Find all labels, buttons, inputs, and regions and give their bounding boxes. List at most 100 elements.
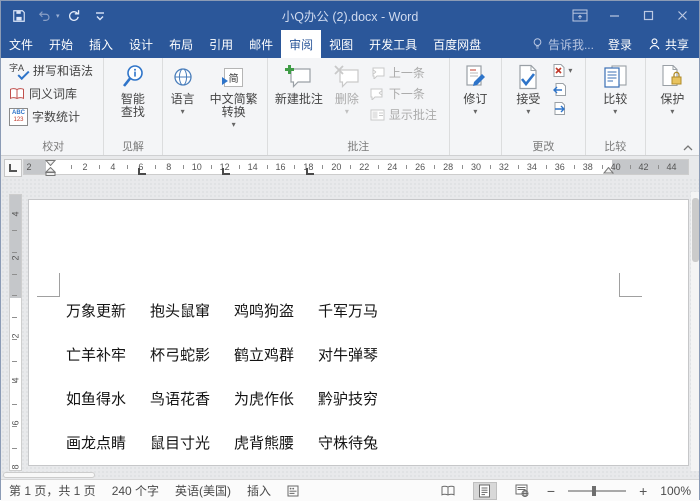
- group-label-changes: 更改: [502, 138, 585, 154]
- zoom-slider[interactable]: [568, 490, 626, 492]
- tell-me-box[interactable]: 告诉我...: [527, 36, 598, 53]
- idiom-text: 黔驴技穷: [318, 391, 378, 408]
- accept-icon: [515, 62, 541, 92]
- close-button[interactable]: [665, 1, 699, 30]
- horizontal-scrollbar-thumb[interactable]: [3, 472, 95, 478]
- protect-button[interactable]: 保护 ▾: [656, 60, 688, 115]
- tab-review[interactable]: 审阅: [281, 30, 321, 58]
- track-changes-button[interactable]: 修订 ▾: [458, 60, 492, 115]
- save-button[interactable]: [7, 5, 31, 27]
- spelling-grammar-button[interactable]: 字A 拼写和语法: [6, 60, 96, 81]
- h-ruler-number: 32: [497, 159, 511, 175]
- text-boundary-mark-right: [619, 273, 642, 297]
- dropdown-caret: ▾: [670, 108, 674, 115]
- idiom-text: 虎背熊腰: [234, 435, 294, 452]
- tab-developer[interactable]: 开发工具: [361, 30, 425, 58]
- tab-mailings[interactable]: 邮件: [241, 30, 281, 58]
- read-mode-view-button[interactable]: [436, 482, 460, 500]
- tab-stop-marker[interactable]: [138, 168, 146, 175]
- h-ruler-number: 14: [246, 159, 260, 175]
- tab-file[interactable]: 文件: [1, 30, 41, 58]
- h-ruler-number: 34: [525, 159, 539, 175]
- tab-layout[interactable]: 布局: [161, 30, 201, 58]
- group-insights: 智能查找 见解: [104, 58, 162, 155]
- maximize-button[interactable]: [631, 1, 665, 30]
- macro-record-icon[interactable]: [287, 485, 299, 497]
- tab-view[interactable]: 视图: [321, 30, 361, 58]
- zoom-in-button[interactable]: +: [639, 485, 647, 497]
- idiom-text: 抱头鼠窜: [150, 303, 210, 320]
- previous-change-button[interactable]: [549, 80, 575, 99]
- first-line-indent-marker[interactable]: [45, 160, 56, 166]
- read-mode-icon: [440, 485, 456, 497]
- word-count-indicator[interactable]: 240 个字: [112, 482, 159, 499]
- hanging-indent-marker[interactable]: [45, 167, 56, 176]
- spelling-grammar-icon: 字A: [9, 62, 29, 80]
- tab-insert[interactable]: 插入: [81, 30, 121, 58]
- language-indicator[interactable]: 英语(美国): [175, 482, 231, 499]
- group-protect: 保护 ▾: [646, 58, 699, 155]
- zoom-level[interactable]: 100%: [660, 484, 691, 498]
- person-icon: [648, 37, 661, 51]
- undo-button[interactable]: [33, 5, 57, 27]
- zoom-out-button[interactable]: −: [547, 485, 555, 497]
- h-ruler-tick: [406, 165, 407, 169]
- tab-design[interactable]: 设计: [121, 30, 161, 58]
- thesaurus-label: 同义词库: [29, 85, 77, 102]
- undo-icon: [38, 9, 52, 23]
- document-text-line[interactable]: 亡羊补牢杯弓蛇影鹤立鸡群对牛弹琴: [66, 347, 378, 364]
- page-indicator[interactable]: 第 1 页，共 1 页: [9, 482, 96, 499]
- reject-button[interactable]: ▾: [549, 61, 575, 80]
- v-ruler-number: 2: [11, 252, 21, 263]
- word-count-button[interactable]: ABC123 字数统计: [6, 106, 83, 127]
- sign-in-button[interactable]: 登录: [602, 36, 638, 53]
- show-comments-button: 显示批注: [367, 104, 440, 125]
- new-comment-button[interactable]: 新建批注: [271, 60, 327, 106]
- minimize-icon: [609, 10, 620, 21]
- undo-caret[interactable]: ▾: [56, 12, 60, 20]
- v-ruler-number: 8: [11, 461, 21, 472]
- document-text-line[interactable]: 万象更新抱头鼠窜鸡鸣狗盗千军万马: [66, 303, 378, 320]
- delete-comment-label: 删除: [335, 93, 359, 106]
- minimize-button[interactable]: [597, 1, 631, 30]
- previous-change-icon: [552, 82, 566, 97]
- tab-home[interactable]: 开始: [41, 30, 81, 58]
- vertical-scrollbar[interactable]: [691, 192, 699, 471]
- insert-mode-indicator[interactable]: 插入: [247, 482, 271, 499]
- collapse-ribbon-button[interactable]: [683, 145, 693, 151]
- smart-lookup-button[interactable]: 智能查找: [116, 60, 150, 119]
- print-layout-view-button[interactable]: [473, 482, 497, 500]
- share-label: 共享: [665, 36, 689, 53]
- group-changes: 接受 ▾ ▾: [502, 58, 586, 155]
- right-indent-marker[interactable]: [603, 167, 614, 174]
- language-button[interactable]: 语言 ▾: [167, 60, 199, 115]
- tab-stop-marker[interactable]: [306, 168, 314, 175]
- group-label-insights: 见解: [104, 138, 161, 154]
- vertical-scrollbar-thumb[interactable]: [692, 198, 699, 262]
- document-page[interactable]: 万象更新抱头鼠窜鸡鸣狗盗千军万马亡羊补牢杯弓蛇影鹤立鸡群对牛弹琴如鱼得水鸟语花香…: [28, 199, 689, 466]
- h-ruler-tick: [294, 165, 295, 169]
- document-text-line[interactable]: 如鱼得水鸟语花香为虎作伥黔驴技穷: [66, 391, 378, 408]
- accept-button[interactable]: 接受 ▾: [511, 60, 545, 115]
- maximize-icon: [643, 10, 654, 21]
- web-layout-view-button[interactable]: [510, 482, 534, 500]
- tab-stop-marker[interactable]: [222, 168, 230, 175]
- customize-qat-button[interactable]: [88, 5, 112, 27]
- redo-button[interactable]: [62, 5, 86, 27]
- h-ruler-tick: [239, 165, 240, 169]
- language-label: 语言: [171, 93, 195, 106]
- zoom-slider-thumb[interactable]: [592, 486, 596, 496]
- next-change-button[interactable]: [549, 99, 575, 118]
- document-text-line[interactable]: 画龙点睛鼠目寸光虎背熊腰守株待兔: [66, 435, 378, 452]
- thesaurus-button[interactable]: 同义词库: [6, 83, 80, 104]
- v-ruler-tick: [12, 361, 17, 362]
- share-button[interactable]: 共享: [642, 36, 695, 53]
- tab-selector[interactable]: [4, 159, 22, 177]
- compare-button[interactable]: 比较 ▾: [597, 60, 633, 115]
- chinese-conversion-button[interactable]: 简 中文简繁转换 ▾: [205, 60, 263, 128]
- tab-baidu-netdisk[interactable]: 百度网盘: [425, 30, 489, 58]
- v-ruler-tick: [12, 426, 17, 427]
- ribbon-display-options-button[interactable]: [563, 1, 597, 30]
- tab-references[interactable]: 引用: [201, 30, 241, 58]
- group-label-compare: 比较: [586, 138, 645, 154]
